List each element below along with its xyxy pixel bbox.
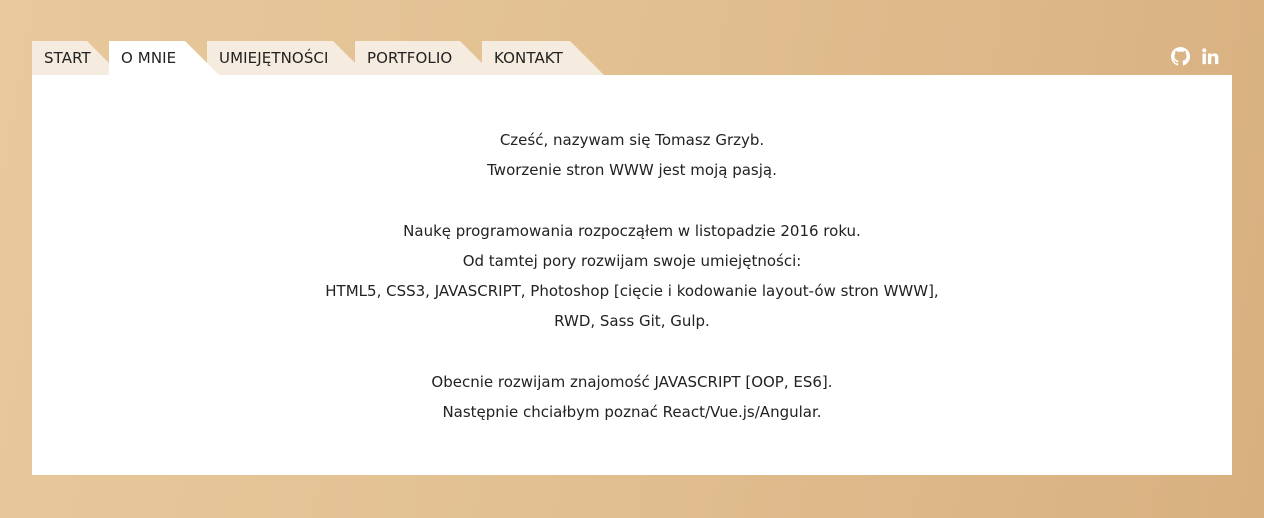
about-paragraph: Naukę programowania rozpocząłem w listop…	[32, 216, 1232, 336]
linkedin-icon[interactable]	[1200, 46, 1220, 66]
tab-label: KONTAKT	[494, 49, 563, 67]
about-line: RWD, Sass Git, Gulp.	[554, 312, 710, 330]
about-line: Tworzenie stron WWW jest moją pasją.	[487, 161, 777, 179]
about-line: Naukę programowania rozpocząłem w listop…	[403, 222, 861, 240]
tab-label: PORTFOLIO	[367, 49, 453, 67]
github-icon[interactable]	[1170, 46, 1190, 66]
tab-label: START	[44, 49, 91, 67]
about-paragraph: Obecnie rozwijam znajomość JAVASCRIPT [O…	[32, 367, 1232, 427]
main-nav: START O MNIE UMIEJĘTNOŚCI PORTFOLIO KONT…	[32, 41, 592, 75]
tab-label: O MNIE	[121, 49, 177, 67]
about-line: Następnie chciałbym poznać React/Vue.js/…	[442, 403, 822, 421]
tab-o-mnie[interactable]: O MNIE	[109, 41, 219, 75]
about-line: HTML5, CSS3, JAVASCRIPT, Photoshop [cięc…	[325, 282, 939, 300]
about-line: Od tamtej pory rozwijam swoje umiejętnoś…	[462, 252, 802, 270]
content-panel: Cześć, nazywam się Tomasz Grzyb. Tworzen…	[32, 75, 1232, 475]
social-links	[1170, 46, 1220, 66]
tab-portfolio[interactable]: PORTFOLIO	[355, 41, 494, 75]
tab-umiejetnosci[interactable]: UMIEJĘTNOŚCI	[207, 41, 367, 75]
about-line: Cześć, nazywam się Tomasz Grzyb.	[499, 131, 765, 149]
about-paragraph: Cześć, nazywam się Tomasz Grzyb. Tworzen…	[32, 125, 1232, 185]
tab-label: UMIEJĘTNOŚCI	[219, 49, 329, 67]
tab-start[interactable]: START	[32, 41, 121, 75]
tab-kontakt[interactable]: KONTAKT	[482, 41, 604, 75]
about-text: Cześć, nazywam się Tomasz Grzyb. Tworzen…	[32, 125, 1232, 458]
about-line: Obecnie rozwijam znajomość JAVASCRIPT [O…	[431, 373, 833, 391]
